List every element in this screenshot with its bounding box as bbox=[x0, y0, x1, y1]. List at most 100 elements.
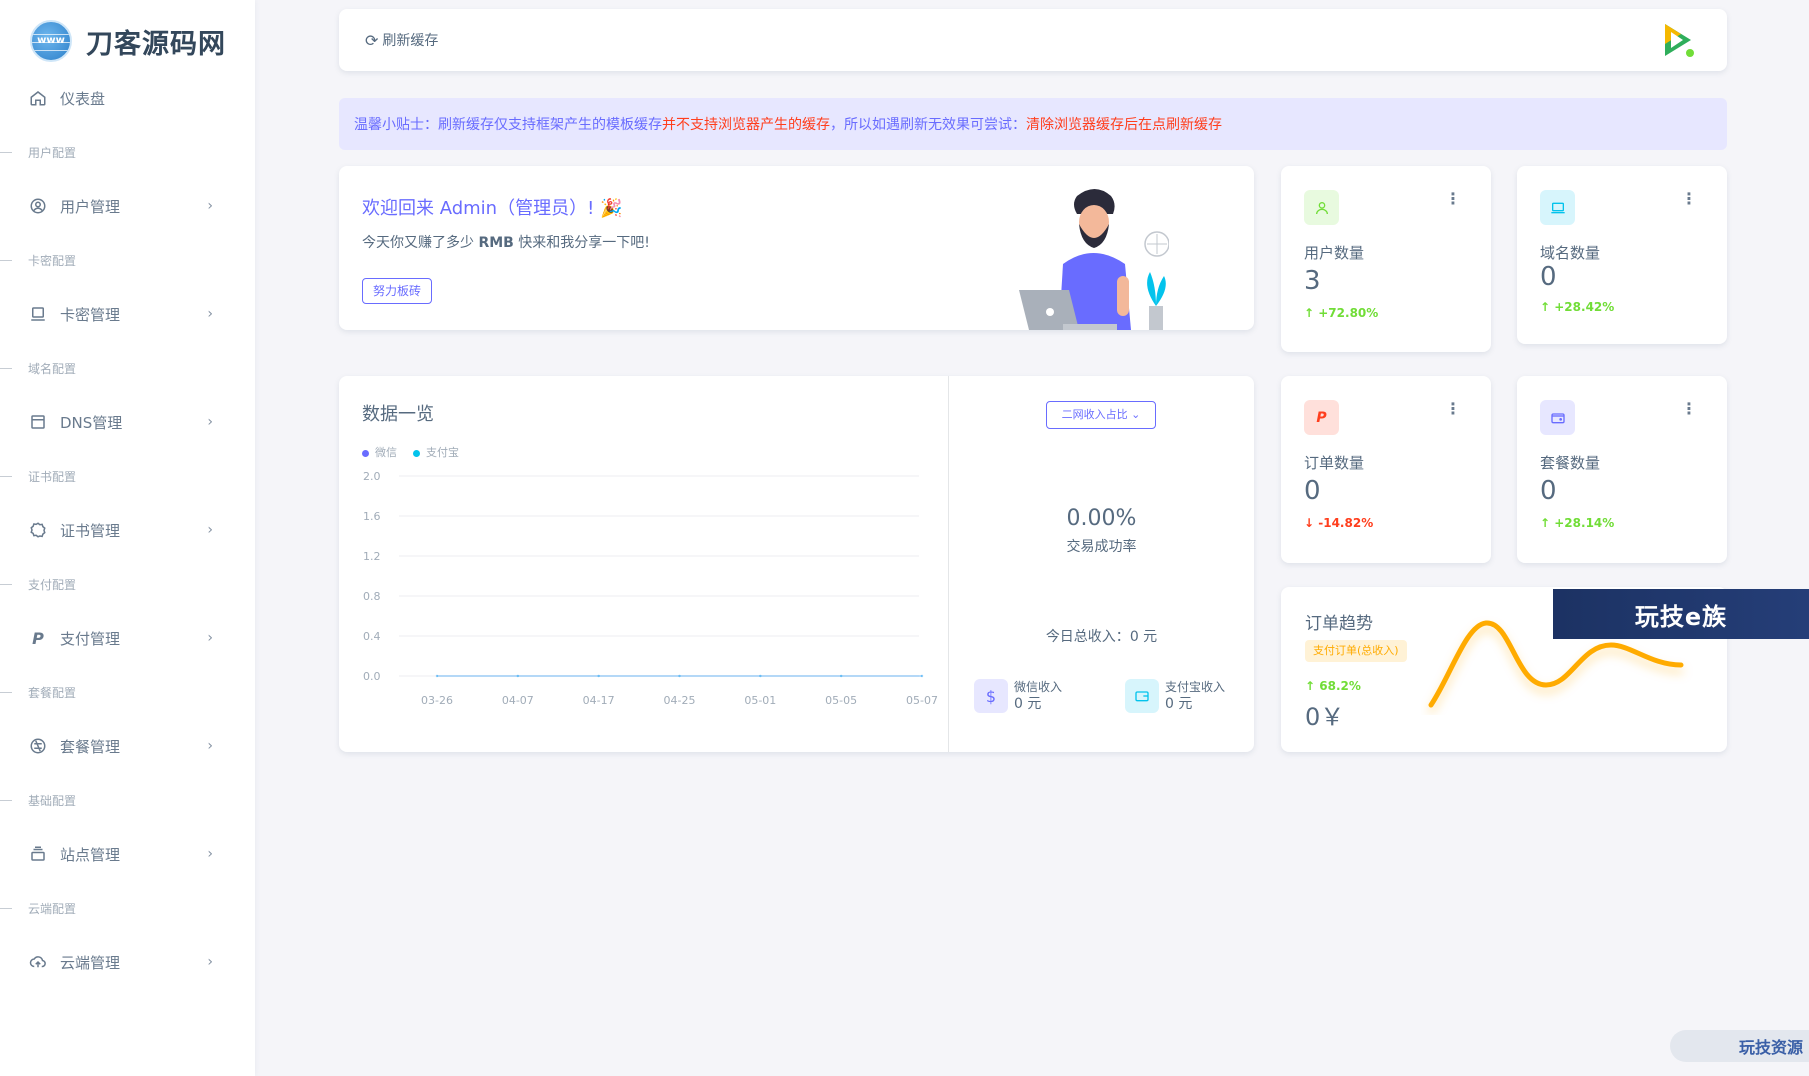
refresh-icon: ⟳ bbox=[365, 30, 379, 50]
sidebar-item-4[interactable]: 证书管理 › bbox=[14, 510, 241, 550]
chevron-right-icon: › bbox=[207, 738, 213, 754]
wallet-icon bbox=[1540, 400, 1575, 435]
sidebar-item-2[interactable]: 卡密管理 › bbox=[14, 294, 241, 334]
more-options-icon[interactable]: ⋮ bbox=[1445, 401, 1461, 417]
stat-label: 订单数量 bbox=[1304, 454, 1365, 472]
trend-badge: 支付订单(总收入) bbox=[1305, 640, 1407, 662]
trend-percent: ↑ 68.2% bbox=[1305, 679, 1361, 693]
wechat-income: $ 微信收入 0 元 bbox=[974, 679, 1062, 713]
legend-item-wechat[interactable]: 微信 bbox=[362, 444, 397, 460]
brand[interactable]: 刀客源码网 bbox=[0, 0, 255, 82]
trend-title: 订单趋势 bbox=[1305, 614, 1373, 634]
y-tick-label: 2.0 bbox=[363, 470, 381, 483]
sidebar-item-3[interactable]: DNS管理 › bbox=[14, 402, 241, 442]
y-tick-label: 0.4 bbox=[363, 630, 381, 643]
legend-item-alipay[interactable]: 支付宝 bbox=[413, 444, 459, 460]
sidebar-item-label: 证书管理 bbox=[60, 521, 121, 540]
avatar[interactable] bbox=[1657, 20, 1697, 60]
refresh-cache-label: 刷新缓存 bbox=[382, 33, 439, 49]
chevron-right-icon: › bbox=[207, 954, 213, 970]
stat-card-domains: ⋮ 域名数量 0 ↑ +28.42% bbox=[1517, 166, 1727, 344]
man-with-laptop-illustration bbox=[1019, 189, 1169, 330]
server-icon bbox=[28, 844, 48, 864]
success-rate-label: 交易成功率 bbox=[1066, 539, 1137, 555]
welcome-card: 欢迎回来 Admin（管理员）! 🎉 今天你又赚了多少 RMB 快来和我分享一下… bbox=[339, 166, 1254, 330]
arrow-up-icon: ↑ bbox=[1540, 300, 1551, 314]
sidebar-item-label: 站点管理 bbox=[60, 845, 121, 864]
legend-label: 支付宝 bbox=[426, 446, 459, 459]
more-options-icon[interactable]: ⋮ bbox=[1445, 191, 1461, 207]
sidebar-item-label: 仪表盘 bbox=[60, 89, 106, 108]
more-options-icon[interactable]: ⋮ bbox=[1681, 191, 1697, 207]
dollar-icon: $ bbox=[974, 679, 1008, 713]
data-point[interactable] bbox=[839, 674, 843, 678]
globe-logo-icon bbox=[30, 20, 72, 62]
arrow-up-icon: ↑ bbox=[1540, 516, 1551, 530]
sidebar-item-label: 用户管理 bbox=[60, 197, 121, 216]
stat-value: 0 bbox=[1540, 476, 1557, 506]
data-point[interactable] bbox=[678, 674, 681, 678]
stat-label: 用户数量 bbox=[1304, 244, 1365, 262]
chart-title: 数据一览 bbox=[362, 404, 434, 425]
sidebar-section-header: 域名配置 bbox=[0, 334, 255, 402]
stat-card-packages: ⋮ 套餐数量 0 ↑ +28.14% bbox=[1517, 376, 1727, 563]
stat-trend-value: +28.42% bbox=[1554, 300, 1615, 314]
x-tick-label: 04-17 bbox=[583, 694, 615, 707]
stat-trend: ↑ +28.14% bbox=[1540, 516, 1614, 530]
laptop-icon bbox=[1540, 190, 1575, 225]
paypal-icon: P bbox=[1304, 400, 1339, 435]
notice-text-1: 温馨小贴士：刷新缓存仅支持框架产生的模板缓存 bbox=[354, 117, 662, 133]
today-total-income: 今日总收入：0 元 bbox=[949, 626, 1254, 646]
stat-trend: ↑ +72.80% bbox=[1304, 306, 1378, 320]
legend-label: 微信 bbox=[375, 446, 397, 459]
brand-name: 刀客源码网 bbox=[86, 28, 226, 60]
stat-trend-value: +72.80% bbox=[1318, 306, 1379, 320]
chevron-right-icon: › bbox=[207, 414, 213, 430]
arrow-down-icon: ↓ bbox=[1304, 516, 1315, 530]
refresh-cache-button[interactable]: ⟳ 刷新缓存 bbox=[365, 30, 438, 50]
paypal-icon: P bbox=[32, 628, 44, 648]
sidebar-item-8[interactable]: 云端管理 › bbox=[14, 942, 241, 982]
chevron-right-icon: › bbox=[207, 522, 213, 538]
wallet-icon bbox=[1125, 679, 1159, 713]
alipay-income: 支付宝收入 0 元 bbox=[1125, 679, 1225, 713]
welcome-subtitle-before: 今天你又赚了多少 bbox=[362, 235, 479, 251]
legend-dot bbox=[413, 449, 420, 457]
y-tick-label: 0.8 bbox=[363, 590, 381, 603]
total-value: 0 元 bbox=[1129, 629, 1158, 645]
badge-icon bbox=[28, 520, 48, 540]
line-chart: 2.0 1.6 1.2 0.8 0.4 0.0 03-26 04-07 04-17 04-25 05… bbox=[363, 470, 938, 707]
sidebar-item-1[interactable]: 用户管理 › bbox=[14, 186, 241, 226]
data-point[interactable] bbox=[597, 674, 600, 678]
income-ratio-select[interactable]: 二网收入占比 ⌄ bbox=[1046, 401, 1156, 429]
sidebar-nav: 仪表盘 用户配置 用户管理 › 卡密配置 卡密管理 › 域名配置 DNS管理 › 证书配置 证书管理… bbox=[0, 78, 255, 982]
user-circle-icon bbox=[28, 196, 48, 216]
y-tick-label: 0.0 bbox=[363, 670, 381, 683]
stat-trend: ↑ +28.42% bbox=[1540, 300, 1614, 314]
alipay-income-value: 0 元 bbox=[1165, 696, 1193, 712]
stat-card-orders: P ⋮ 订单数量 0 ↓ -14.82% bbox=[1281, 376, 1491, 563]
y-tick-label: 1.2 bbox=[363, 550, 381, 563]
sidebar-item-label: DNS管理 bbox=[60, 413, 123, 432]
data-point[interactable] bbox=[759, 674, 762, 678]
sidebar-item-label: 卡密管理 bbox=[60, 305, 121, 324]
sidebar-item-6[interactable]: 套餐管理 › bbox=[14, 726, 241, 766]
chevron-right-icon: › bbox=[207, 306, 213, 322]
success-rate-value: 0.00% bbox=[1066, 506, 1137, 531]
sidebar-item-5[interactable]: P 支付管理 › bbox=[14, 618, 241, 658]
data-point[interactable] bbox=[435, 674, 439, 678]
data-point[interactable] bbox=[516, 674, 520, 678]
sidebar-item-7[interactable]: 站点管理 › bbox=[14, 834, 241, 874]
sidebar: 刀客源码网 仪表盘 用户配置用户管理›卡密配置卡密管理›域名配置DNS管理›证书… bbox=[0, 0, 255, 1076]
work-hard-button[interactable]: 努力板砖 bbox=[362, 278, 433, 304]
total-label: 今日总收入： bbox=[1045, 629, 1130, 645]
stat-card-users: ⋮ 用户数量 3 ↑ +72.80% bbox=[1281, 166, 1491, 352]
notice-text-3: ，所以如遇刷新无效果可尝试： bbox=[830, 117, 1026, 133]
welcome-subtitle: 今天你又赚了多少 RMB 快来和我分享一下吧! bbox=[362, 232, 650, 252]
sidebar-item-dashboard[interactable]: 仪表盘 bbox=[14, 78, 241, 118]
data-point[interactable] bbox=[920, 674, 924, 678]
more-options-icon[interactable]: ⋮ bbox=[1681, 401, 1697, 417]
stat-label: 域名数量 bbox=[1540, 244, 1601, 262]
legend-dot bbox=[362, 449, 369, 457]
arrow-up-icon: ↑ bbox=[1304, 306, 1315, 320]
